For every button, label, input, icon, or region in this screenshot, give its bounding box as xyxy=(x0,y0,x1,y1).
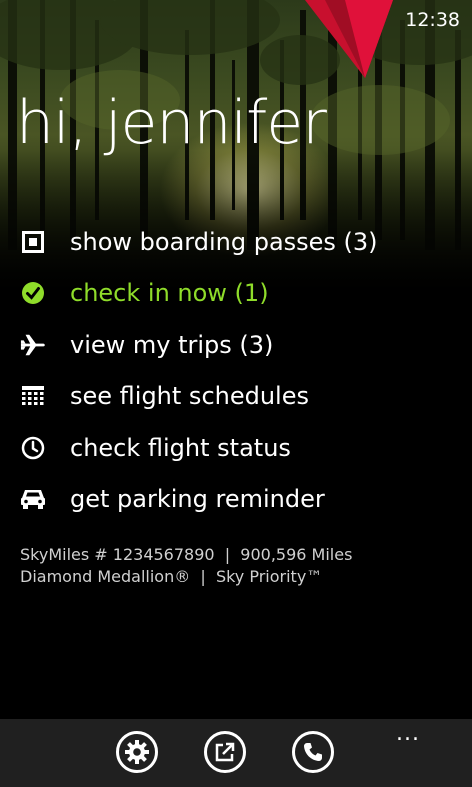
menu-item-check-in[interactable]: check in now (1) xyxy=(0,268,472,320)
calendar-grid-icon xyxy=(20,383,46,409)
menu-item-label: view my trips (3) xyxy=(70,330,274,359)
menu-item-my-trips[interactable]: view my trips (3) xyxy=(0,319,472,371)
menu-item-label: show boarding passes (3) xyxy=(70,227,378,256)
phone-icon xyxy=(304,743,322,761)
clock-icon xyxy=(20,435,46,461)
medallion-status-line: Diamond Medallion® | Sky Priority™ xyxy=(20,567,323,586)
boarding-pass-icon xyxy=(20,229,46,255)
menu-item-label: check flight status xyxy=(70,433,291,462)
share-open-icon xyxy=(215,742,235,762)
status-bar-time: 12:38 xyxy=(405,9,460,31)
menu-item-boarding-passes[interactable]: show boarding passes (3) xyxy=(0,216,472,268)
home-screen: 12:38 hi, jennifer show boarding passes … xyxy=(0,0,472,787)
app-bar: ... xyxy=(0,719,472,787)
settings-button[interactable] xyxy=(116,731,158,773)
menu-item-flight-schedules[interactable]: see flight schedules xyxy=(0,371,472,423)
menu-item-parking-reminder[interactable]: get parking reminder xyxy=(0,474,472,526)
skymiles-info: SkyMiles # 1234567890 | 900,596 Miles Di… xyxy=(20,544,352,588)
greeting-title: hi, jennifer xyxy=(16,88,327,158)
check-circle-icon xyxy=(20,280,46,306)
menu-item-flight-status[interactable]: check flight status xyxy=(0,422,472,474)
main-menu: show boarding passes (3) check in now (1… xyxy=(0,216,472,525)
delta-logo-icon xyxy=(305,0,393,78)
skymiles-number-line: SkyMiles # 1234567890 | 900,596 Miles xyxy=(20,545,353,564)
airplane-icon xyxy=(20,332,46,358)
menu-item-label: get parking reminder xyxy=(70,485,325,514)
menu-item-label: see flight schedules xyxy=(70,382,309,411)
menu-item-label: check in now (1) xyxy=(70,279,269,308)
settings-gear-icon xyxy=(125,740,149,764)
share-button[interactable] xyxy=(204,731,246,773)
call-button[interactable] xyxy=(292,731,334,773)
car-icon xyxy=(20,486,46,512)
more-options-button[interactable]: ... xyxy=(396,721,420,746)
